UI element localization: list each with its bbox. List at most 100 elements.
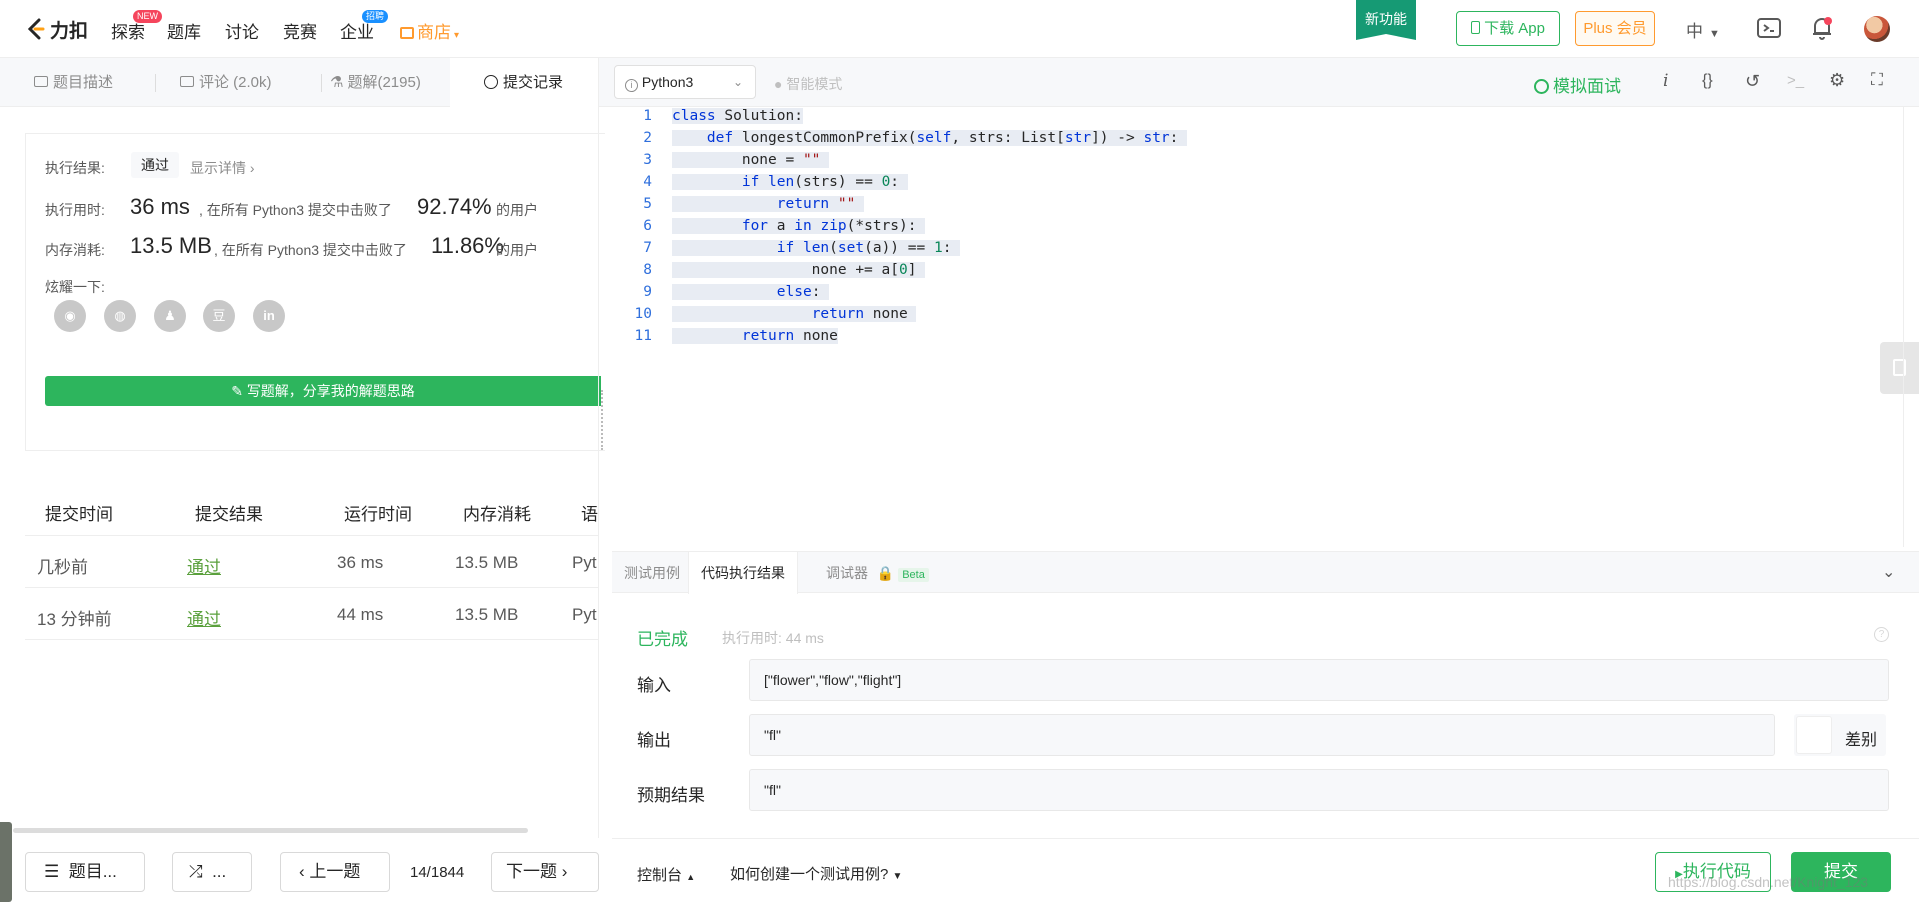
tab-solutions[interactable]: ⚗ 题解(2195) (330, 58, 450, 107)
code-line-text: def longestCommonPrefix(self, strs: List… (672, 130, 1188, 146)
code-line: 7 if len(set(a)) == 1: (612, 240, 1812, 262)
tab-debugger[interactable]: 调试器 🔒 Beta (826, 552, 929, 594)
panel-resize-handle[interactable] (601, 390, 605, 450)
tab-description-label: 题目描述 (53, 74, 114, 91)
problem-list-button[interactable]: ☰ 题目... (25, 852, 145, 892)
random-problem-button[interactable]: ⤮ ... (172, 852, 252, 892)
prev-problem-button[interactable]: ‹ 上一题 (280, 852, 390, 892)
howto-testcase-link[interactable]: 如何创建一个测试用例? ▼ (730, 863, 902, 884)
language-switch[interactable]: 中 ▼ (1686, 17, 1720, 42)
alarm-clock-icon (1534, 79, 1549, 94)
linkedin-icon[interactable]: in (253, 300, 285, 332)
store-icon (400, 27, 414, 39)
status-badge: 通过 (131, 152, 179, 178)
new-badge: NEW (133, 10, 162, 23)
logo[interactable]: 力扣 (26, 16, 88, 42)
table-header: 提交时间 提交结果 运行时间 内存消耗 语 (25, 470, 598, 536)
tab-run-result[interactable]: 代码执行结果 (688, 552, 798, 594)
line-number: 1 (643, 108, 652, 124)
help-circle-icon[interactable]: ? (1874, 627, 1889, 642)
diff-checkbox[interactable] (1796, 716, 1832, 754)
line-number: 10 (634, 306, 652, 322)
lock-icon: 🔒 (876, 565, 895, 581)
console-toggle[interactable]: 控制台 ▲ (637, 864, 695, 885)
code-line: 2 def longestCommonPrefix(self, strs: Li… (612, 130, 1812, 152)
line-number: 8 (643, 262, 652, 278)
nav-problems[interactable]: 题库 (167, 18, 201, 43)
mock-interview-button[interactable]: 模拟面试 (1534, 72, 1621, 97)
nav-store[interactable]: 商店 ▾ (400, 18, 459, 43)
row-result-link[interactable]: 通过 (187, 553, 221, 578)
new-feature-ribbon[interactable]: 新功能 (1356, 0, 1416, 40)
output-value: "fl" (764, 727, 781, 743)
document-icon (34, 76, 48, 87)
smart-mode-toggle[interactable]: ● 智能模式 (774, 74, 842, 94)
code-line-text: if len(strs) == 0: (672, 174, 908, 190)
info-italic-icon[interactable]: i (1663, 71, 1668, 91)
write-solution-button[interactable]: ✎ 写题解，分享我的解题思路 (45, 376, 601, 406)
nav-discuss[interactable]: 讨论 (225, 18, 259, 43)
language-select[interactable]: i Python3 ⌄ (614, 65, 756, 99)
collapse-chevron-icon[interactable]: ⌄ (1882, 562, 1895, 582)
wechat-icon[interactable]: ◉ (54, 300, 86, 332)
download-app-button[interactable]: 下载 App (1456, 11, 1560, 46)
list-icon: ☰ (44, 862, 60, 881)
memory-text: , 在所有 Python3 提交中击败了 (214, 242, 407, 258)
info-icon: i (625, 79, 638, 92)
show-details-link[interactable]: 显示详情 › (190, 158, 255, 178)
qq-icon[interactable]: ♟ (154, 300, 186, 332)
reset-icon[interactable]: ↺ (1745, 71, 1760, 92)
tab-testcase[interactable]: 测试用例 (624, 552, 680, 594)
code-line-text: else: (672, 284, 830, 300)
row-runtime: 36 ms (337, 553, 384, 572)
beta-badge: Beta (898, 568, 929, 582)
howto-label: 如何创建一个测试用例? (730, 866, 889, 883)
header-submit-result: 提交结果 (195, 505, 263, 524)
next-problem-button[interactable]: 下一题 › (491, 852, 599, 892)
next-label: 下一题 (506, 862, 557, 881)
playground-icon[interactable] (1757, 18, 1781, 40)
input-label: 输入 (637, 676, 671, 695)
line-number: 4 (643, 174, 652, 190)
terminal-icon[interactable]: >_ (1787, 72, 1804, 89)
fullscreen-icon[interactable]: ⛶ (1871, 70, 1883, 90)
time-value: 36 ms (130, 194, 190, 219)
chevron-down-icon: ⌄ (732, 75, 743, 89)
code-line: 1 class Solution: (612, 108, 1812, 130)
plus-member-button[interactable]: Plus 会员 (1575, 11, 1655, 46)
code-line-text: none += a[0] (672, 262, 926, 278)
code-line-text: class Solution: (672, 108, 803, 124)
console-tabs: 测试用例 代码执行结果 调试器 🔒 Beta ⌄ (612, 551, 1919, 594)
new-feature-label: 新功能 (1365, 11, 1407, 27)
time-users: 的用户 (496, 202, 538, 218)
input-value: ["flower","flow","flight"] (764, 672, 902, 688)
row-memory: 13.5 MB (455, 553, 519, 572)
settings-icon[interactable]: ⚙ (1829, 70, 1845, 91)
table-row[interactable]: 13 分钟前 通过 44 ms 13.5 MB Pyt (25, 589, 598, 640)
code-line: 11 return none (612, 328, 1812, 350)
weibo-icon[interactable]: ◍ (104, 300, 136, 332)
hiring-badge: 招聘 (362, 10, 389, 23)
table-row[interactable]: 几秒前 通过 36 ms 13.5 MB Pyt (25, 537, 598, 588)
tab-submissions[interactable]: 提交记录 (450, 58, 598, 107)
tab-comments[interactable]: 评论 (2.0k) (180, 58, 322, 107)
code-editor[interactable]: 1 class Solution: 2 def longestCommonPre… (612, 107, 1902, 547)
tab-submissions-label: 提交记录 (503, 74, 564, 91)
code-line-text: return none (672, 306, 917, 322)
tab-description[interactable]: 题目描述 (34, 58, 156, 107)
tab-solutions-label: 题解(2195) (347, 74, 421, 91)
user-avatar[interactable] (1864, 16, 1890, 42)
side-edge-handle[interactable] (0, 822, 12, 902)
shuffle-icon: ⤮ (189, 862, 203, 881)
language-select-value: Python3 (641, 74, 694, 90)
horizontal-scrollbar[interactable] (13, 828, 528, 833)
format-braces-icon[interactable]: {} (1702, 72, 1713, 90)
douban-icon[interactable]: 豆 (203, 300, 235, 332)
code-line: 4 if len(strs) == 0: (612, 174, 1812, 196)
row-result-link[interactable]: 通过 (187, 605, 221, 630)
watermark: https://blog.csdn.net/Knight_123 (1668, 874, 1869, 890)
nav-contest[interactable]: 竞赛 (283, 18, 317, 43)
editor-scrollbar[interactable] (1903, 107, 1919, 547)
diff-toggle[interactable]: 差别 (1794, 714, 1886, 756)
notification-bell-icon[interactable] (1811, 16, 1833, 40)
